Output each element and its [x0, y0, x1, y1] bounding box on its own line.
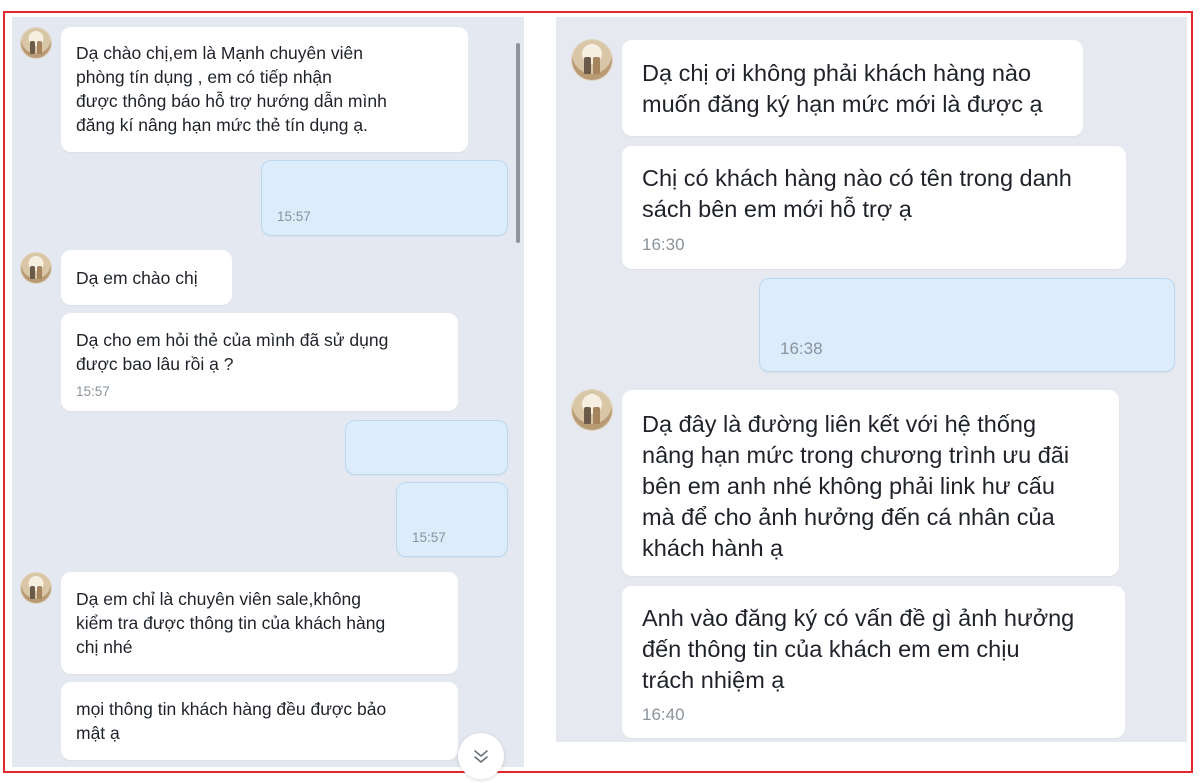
double-chevron-down-icon [474, 750, 488, 763]
message-time: 15:57 [277, 209, 311, 224]
message-time: 15:57 [412, 530, 446, 545]
message-text: Chị có khách hàng nào có tên trong danh … [642, 165, 1072, 222]
message-bubble-received[interactable]: Dạ em chỉ là chuyên viên sale,không kiểm… [61, 572, 458, 674]
avatar[interactable] [21, 28, 51, 58]
message-text: Dạ em chỉ là chuyên viên sale,không kiểm… [76, 589, 386, 657]
message-bubble-received[interactable]: Dạ đây là đường liên kết với hệ thống nâ… [622, 390, 1119, 576]
message-bubble-received[interactable]: mọi thông tin khách hàng đều được bảo mậ… [61, 682, 458, 760]
message-bubble-received[interactable]: Dạ em chào chị [61, 250, 232, 305]
message-time: 16:40 [642, 705, 685, 724]
message-time: 16:38 [780, 339, 823, 358]
scrollbar[interactable] [516, 43, 520, 243]
message-text: Dạ em chào chị [76, 268, 198, 288]
message-time: 16:30 [642, 235, 685, 254]
message-bubble-sent[interactable] [345, 420, 508, 475]
message-bubble-received[interactable]: Chị có khách hàng nào có tên trong danh … [622, 146, 1126, 269]
message-text: Anh vào đăng ký có vấn đề gì ảnh hưởng đ… [642, 605, 1075, 693]
message-bubble-sent[interactable]: 15:57 [261, 160, 508, 236]
avatar[interactable] [572, 390, 612, 430]
message-bubble-received[interactable]: Dạ cho em hỏi thẻ của mình đã sử dụng đư… [61, 313, 458, 411]
message-bubble-sent[interactable]: 16:38 [759, 278, 1175, 372]
avatar[interactable] [21, 573, 51, 603]
avatar[interactable] [21, 253, 51, 283]
message-bubble-received[interactable]: Dạ chị ơi không phải khách hàng nào muốn… [622, 40, 1083, 136]
message-text: Dạ chào chị,em là Mạnh chuyên viên phòng… [76, 43, 387, 135]
message-bubble-received[interactable]: Dạ chào chị,em là Mạnh chuyên viên phòng… [61, 27, 468, 152]
message-bubble-received[interactable]: Anh vào đăng ký có vấn đề gì ảnh hưởng đ… [622, 586, 1125, 738]
message-time: 15:57 [76, 384, 110, 399]
message-bubble-sent[interactable]: 15:57 [396, 482, 508, 557]
message-text: Dạ đây là đường liên kết với hệ thống nâ… [642, 411, 1070, 561]
scroll-to-bottom-button[interactable] [458, 733, 504, 779]
message-text: Dạ chị ơi không phải khách hàng nào muốn… [642, 60, 1043, 117]
message-text: Dạ cho em hỏi thẻ của mình đã sử dụng đư… [76, 330, 389, 374]
message-text: mọi thông tin khách hàng đều được bảo mậ… [76, 699, 387, 743]
avatar[interactable] [572, 40, 612, 80]
